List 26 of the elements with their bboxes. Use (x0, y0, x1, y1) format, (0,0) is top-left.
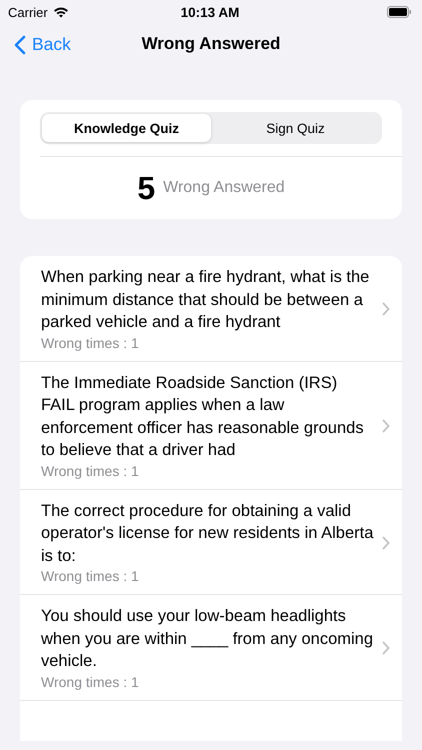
wrong-times-label: Wrong times : 1 (41, 462, 140, 480)
count-label: Wrong Answered (163, 179, 285, 197)
question-text: The Immediate Roadside Sanction (IRS) FAIL program applies when a law enforcement officer has reasonable grounds to believe that a driver had (41, 372, 365, 461)
chevron-right-icon (382, 641, 390, 656)
wrong-times-label: Wrong times : 1 (41, 672, 140, 692)
wifi-icon (52, 6, 69, 18)
wrong-count: 5 (137, 170, 156, 206)
segment-tab[interactable]: Knowledge Quiz (42, 114, 211, 142)
screen-title: Wrong Answered (142, 34, 280, 54)
wrong-times-label: Wrong times : 1 (41, 567, 140, 586)
chevron-right-icon (382, 536, 390, 550)
question-row[interactable]: The Immediate Roadside Sanction (IRS) FAIL program applies when a law enforcement officer has reasonable grounds to believe that a driver had Wrong times : 1 (20, 362, 402, 490)
battery-icon (387, 6, 412, 18)
question-text: The correct procedure for obtaining a valid operator's license for new residents in Alberta is to: (41, 500, 374, 566)
carrier-label: Carrier (8, 4, 48, 20)
question-text: You should use your low-beam headlights when you are within ____ from any oncoming vehicle. (41, 606, 374, 672)
question-row[interactable]: You should use your low-beam headlights when you are within ____ from any oncoming vehicle. Wrong times : 1 (20, 595, 402, 700)
status-time: 10:13 AM (180, 4, 240, 20)
question-text: When parking near a fire hydrant, what is the minimum distance that should be between a parked vehicle and a fire hydrant (41, 267, 370, 333)
chevron-right-icon (382, 302, 390, 316)
question-row[interactable]: When parking near a fire hydrant, what is the minimum distance that should be between a parked vehicle and a fire hydrant Wrong times : 1 (20, 256, 402, 362)
wrong-times-label: Wrong times : 1 (41, 334, 140, 352)
chevron-left-icon (14, 34, 26, 54)
segment-tab[interactable]: Sign Quiz (211, 114, 380, 142)
question-row[interactable]: The correct procedure for obtaining a valid operator's license for new residents in Alberta is to: Wrong times : 1 (20, 490, 402, 595)
chevron-right-icon (382, 419, 390, 433)
